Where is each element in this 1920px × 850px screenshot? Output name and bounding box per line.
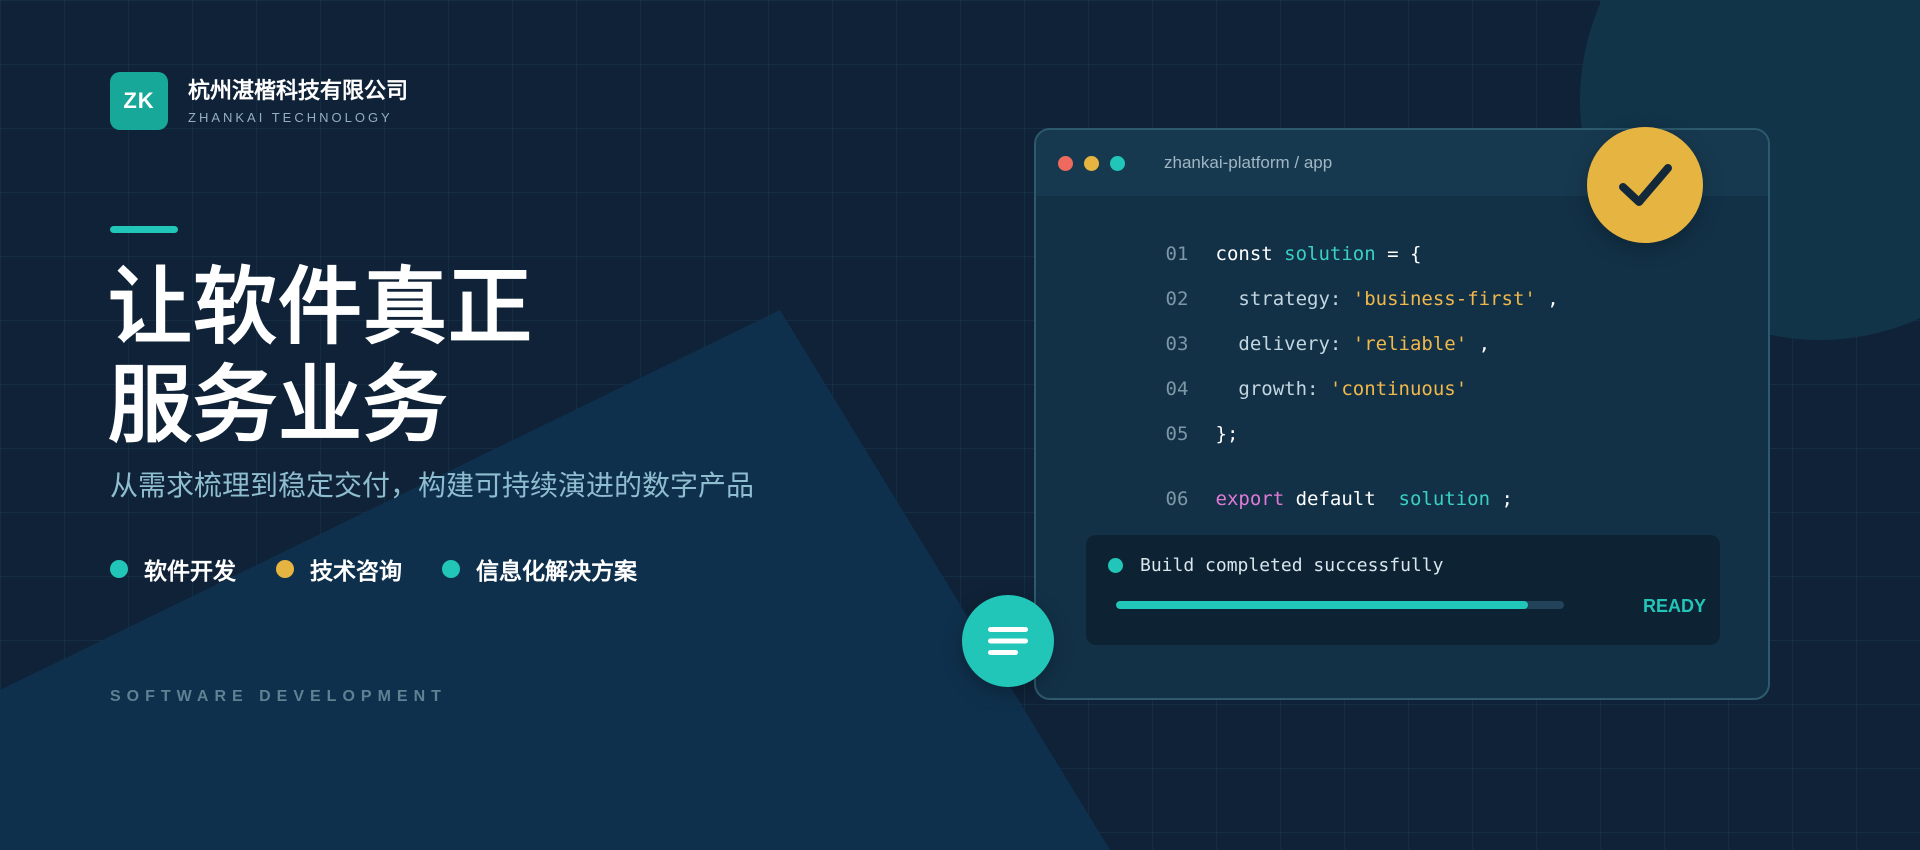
- status-dot-icon: [1108, 558, 1123, 573]
- line-number: 06: [1165, 488, 1189, 510]
- hero-title-line-2: 服务业务: [108, 356, 449, 454]
- title-accent-bar: [110, 226, 178, 233]
- menu-icon: [988, 627, 1028, 655]
- code-token: 'continuous': [1318, 378, 1468, 400]
- code-line: 04 growth: 'continuous': [1074, 347, 1468, 400]
- code-token: default: [1284, 488, 1388, 510]
- build-status-label: READY: [1642, 596, 1706, 616]
- close-dot-icon[interactable]: [1058, 155, 1073, 171]
- code-token: ;: [1490, 488, 1513, 510]
- hero-banner: ZK 杭州湛楷科技有限公司 ZHANKAI TECHNOLOGY 让软件真正 服…: [0, 0, 1920, 850]
- code-line: 03 delivery: 'reliable' ,: [1074, 302, 1491, 355]
- code-token: solution: [1387, 488, 1491, 510]
- hero-title: 让软件真正 服务业务: [108, 258, 533, 454]
- code-token: };: [1215, 423, 1239, 445]
- code-token: ,: [1535, 288, 1559, 310]
- bullet-dot-icon: [442, 560, 460, 578]
- brand-logo: ZK: [110, 72, 168, 130]
- maximize-dot-icon[interactable]: [1110, 155, 1125, 171]
- build-progress-fill: [1116, 601, 1529, 609]
- service-label: 技术咨询: [310, 559, 402, 585]
- bullet-dot-icon: [276, 560, 294, 578]
- build-progress-bar: [1116, 601, 1564, 609]
- success-badge: [1587, 127, 1703, 243]
- code-line: 02 strategy: 'business-first' ,: [1074, 257, 1559, 310]
- code-token: ,: [1467, 333, 1491, 355]
- line-number: 05: [1165, 423, 1189, 445]
- build-message: Build completed successfully: [1140, 555, 1444, 576]
- service-item-it-solutions: 信息化解决方案: [442, 552, 637, 586]
- brand[interactable]: ZK 杭州湛楷科技有限公司 ZHANKAI TECHNOLOGY: [110, 72, 408, 130]
- company-name: 杭州湛楷科技有限公司: [188, 78, 409, 104]
- code-line: 05};: [1074, 392, 1239, 445]
- checkmark-icon: [1619, 164, 1672, 206]
- hero-subtitle: 从需求梳理到稳定交付，构建可持续演进的数字产品: [110, 469, 755, 502]
- bullet-dot-icon: [110, 560, 128, 578]
- code-line: 01 const solution = {: [1074, 212, 1422, 265]
- build-status-panel: Build completed successfully READY: [1086, 535, 1720, 645]
- minimize-dot-icon[interactable]: [1084, 155, 1099, 171]
- service-item-software-development: 软件开发: [110, 552, 236, 586]
- menu-button[interactable]: [962, 595, 1054, 687]
- footer-tagline: SOFTWARE DEVELOPMENT: [110, 688, 447, 705]
- company-name-english: ZHANKAI TECHNOLOGY: [188, 109, 393, 125]
- code-line: 06 export default solution ;: [1074, 457, 1513, 510]
- window-path: zhankai-platform / app: [1164, 153, 1333, 172]
- service-item-tech-consulting: 技术咨询: [276, 552, 402, 586]
- code-token: export: [1215, 488, 1285, 510]
- service-label: 信息化解决方案: [476, 559, 637, 585]
- brand-text: 杭州湛楷科技有限公司 ZHANKAI TECHNOLOGY: [188, 78, 408, 125]
- hero-title-line-1: 让软件真正: [108, 258, 534, 356]
- service-label: 软件开发: [144, 559, 236, 585]
- services-list: 软件开发 技术咨询 信息化解决方案: [110, 552, 677, 586]
